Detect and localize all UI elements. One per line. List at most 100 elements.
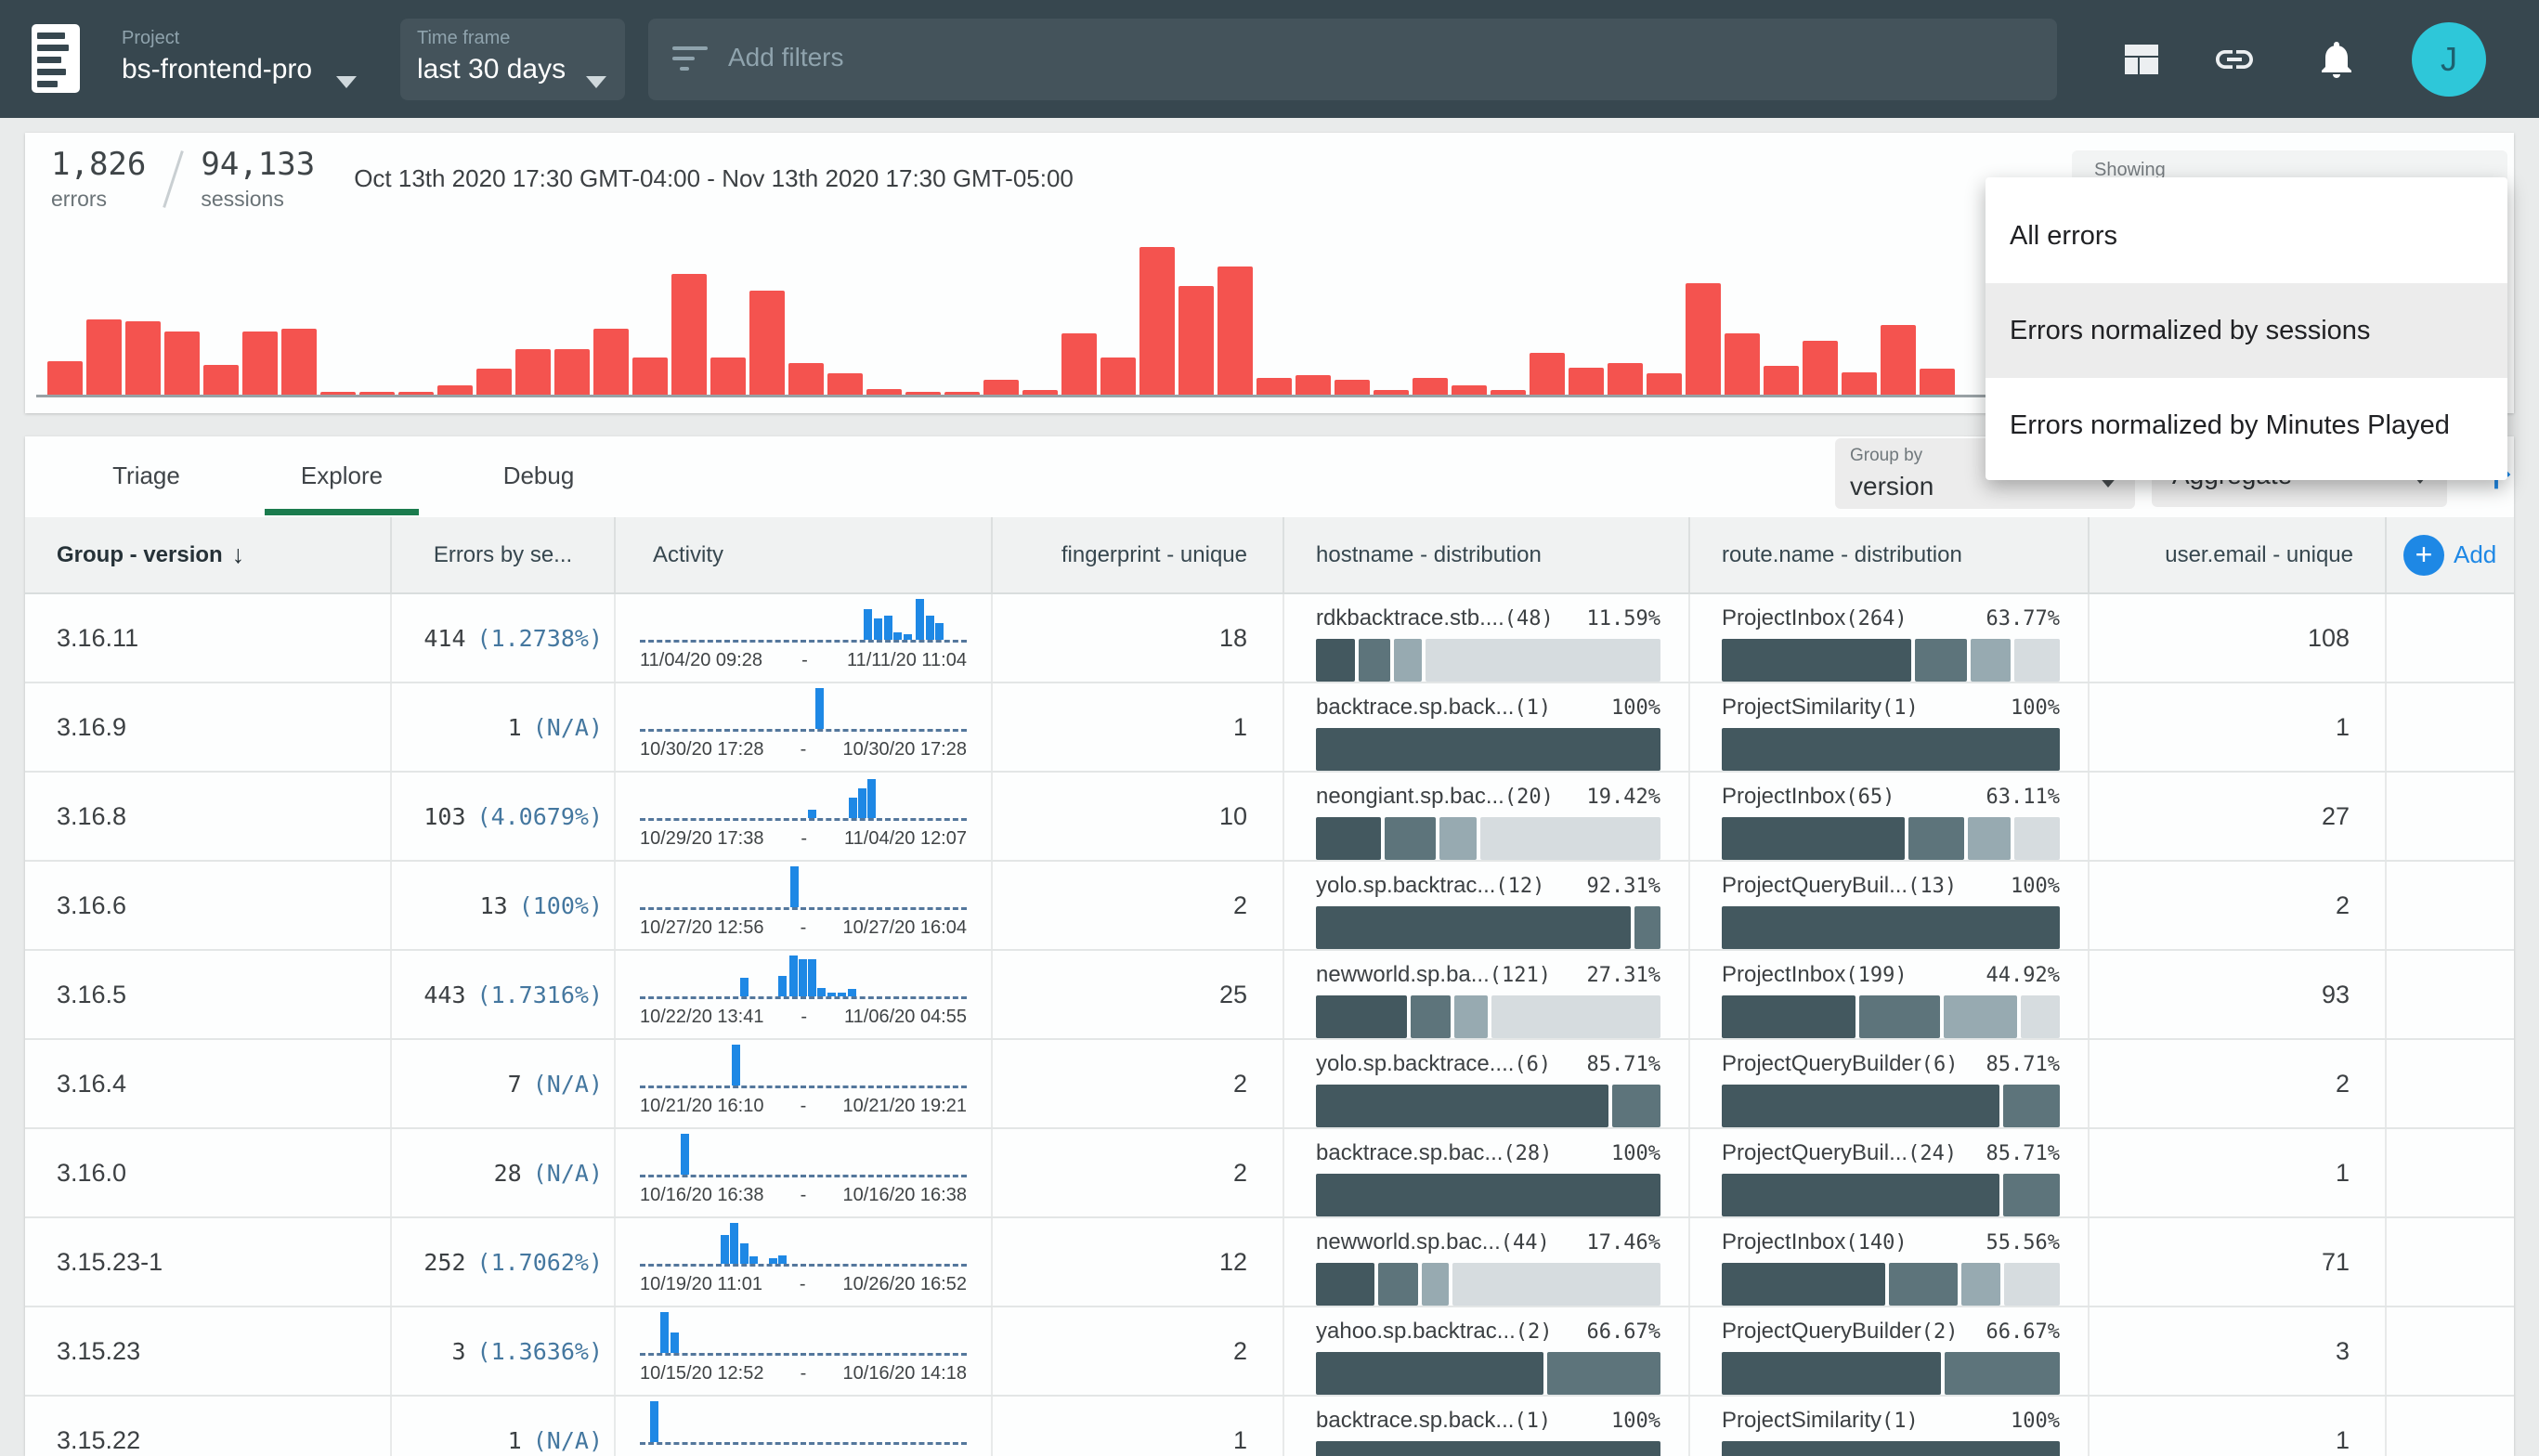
activity-date-range: 10/30/20 17:28-10/30/20 17:28 bbox=[640, 739, 967, 760]
chevron-down-icon bbox=[586, 76, 606, 88]
table-row[interactable]: 3.16.91(N/A)10/30/20 17:28-10/30/20 17:2… bbox=[25, 683, 2514, 773]
table-row[interactable]: 3.16.11414(1.2738%)11/04/20 09:28-11/11/… bbox=[25, 594, 2514, 683]
distribution-top-percent: 27.31% bbox=[1587, 964, 1660, 987]
histogram-bar bbox=[788, 363, 824, 395]
distribution-top-percent: 100% bbox=[2011, 696, 2060, 720]
distribution-bar-segment bbox=[1722, 817, 1905, 860]
distribution-bar-remainder bbox=[2021, 995, 2060, 1038]
active-tab-underline bbox=[265, 509, 419, 515]
distribution-label-line: backtrace.sp.back...(1)100% bbox=[1316, 1408, 1660, 1434]
distribution-label-line: ProjectInbox(199)44.92% bbox=[1722, 962, 2060, 988]
distribution-top-value: ProjectInbox bbox=[1722, 784, 1845, 810]
distribution-top-count: (1) bbox=[1881, 696, 1919, 720]
sparkline-bar bbox=[808, 810, 816, 818]
column-header-errors[interactable]: Errors by se... bbox=[392, 517, 616, 592]
distribution-top-percent: 100% bbox=[1611, 696, 1660, 720]
column-header-route[interactable]: route.name - distribution bbox=[1690, 517, 2090, 592]
user-avatar[interactable]: J bbox=[2412, 22, 2486, 97]
errors-percent-value: (1.7062%) bbox=[477, 1249, 603, 1276]
activity-date-separator: - bbox=[801, 1185, 807, 1206]
cell-hostname-distribution: yolo.sp.backtrace....(6)85.71% bbox=[1284, 1040, 1690, 1127]
distribution-top-percent: 92.31% bbox=[1587, 875, 1660, 898]
distribution-bar-segment bbox=[1859, 995, 1939, 1038]
errors-count-value: 252 bbox=[423, 1249, 465, 1276]
add-filters-input[interactable]: Add filters bbox=[648, 19, 2057, 100]
activity-date-range: 10/19/20 11:01-10/26/20 16:52 bbox=[640, 1274, 967, 1295]
dashboard-layout-icon[interactable] bbox=[2119, 37, 2164, 82]
errors-percent-value: (N/A) bbox=[533, 1071, 603, 1098]
table-row[interactable]: 3.15.23-1 252 (1.7062%) 10/19/20 11:01-10/2… bbox=[25, 1218, 2514, 1307]
activity-date-range: 11/04/20 09:28-11/11/20 11:04 bbox=[640, 650, 967, 671]
showing-menu-item[interactable]: Errors normalized by Minutes Played bbox=[1986, 378, 2507, 473]
distribution-label-line: neongiant.sp.bac...(20)19.42% bbox=[1316, 784, 1660, 810]
activity-end-date: 11/06/20 04:55 bbox=[844, 1007, 967, 1028]
column-header-fingerprint[interactable]: fingerprint - unique bbox=[993, 517, 1284, 592]
notifications-bell-icon[interactable] bbox=[2314, 37, 2359, 82]
sparkline-bar bbox=[916, 599, 924, 640]
column-header-activity[interactable]: Activity bbox=[616, 517, 993, 592]
histogram-bar bbox=[1217, 266, 1253, 395]
histogram-bar bbox=[1100, 358, 1136, 396]
activity-end-date: 10/16/20 14:18 bbox=[843, 1363, 967, 1384]
sparkline-bar bbox=[817, 988, 826, 996]
activity-end-date: 10/27/20 16:04 bbox=[843, 917, 967, 939]
tab-triage[interactable]: Triage bbox=[70, 436, 223, 515]
table-row[interactable]: 3.16.47(N/A)10/21/20 16:10-10/21/20 19:2… bbox=[25, 1040, 2514, 1129]
group-version-value: 3.16.0 bbox=[57, 1159, 126, 1188]
add-column-button[interactable]: +Add bbox=[2387, 517, 2514, 592]
activity-date-range: 10/27/20 12:56-10/27/20 16:04 bbox=[640, 917, 967, 939]
table-row[interactable]: 3.16.8103(4.0679%)10/29/20 17:38-11/04/2… bbox=[25, 773, 2514, 862]
sparkline-bar bbox=[778, 1255, 787, 1264]
distribution-top-percent: 17.46% bbox=[1587, 1231, 1660, 1254]
group-version-value: 3.15.23 bbox=[57, 1337, 140, 1366]
user-email-unique-value: 93 bbox=[2322, 981, 2350, 1009]
distribution-bar bbox=[1722, 639, 2060, 682]
histogram-bar bbox=[242, 332, 278, 395]
group-version-value: 3.16.8 bbox=[57, 802, 126, 831]
distribution-bar-segment bbox=[1612, 1085, 1660, 1127]
cell-add-column-spacer bbox=[2387, 1129, 2514, 1216]
table-row[interactable]: 3.16.028(N/A)10/16/20 16:38-10/16/20 16:… bbox=[25, 1129, 2514, 1218]
backtrace-logo-icon[interactable] bbox=[32, 24, 80, 93]
showing-menu-item[interactable]: Errors normalized by sessions bbox=[1986, 283, 2507, 378]
column-header-label: Errors by se... bbox=[434, 542, 572, 568]
showing-menu-item[interactable]: All errors bbox=[1986, 188, 2507, 283]
histogram-bar bbox=[1842, 372, 1877, 395]
column-header-hostname[interactable]: hostname - distribution bbox=[1284, 517, 1690, 592]
distribution-bar-segment bbox=[1945, 1352, 2060, 1395]
activity-start-date: 10/27/20 12:56 bbox=[640, 917, 763, 939]
histogram-bar bbox=[164, 332, 200, 395]
cell-activity: 10/30/20 17:28-10/30/20 17:28 bbox=[616, 683, 993, 771]
cell-user-email-unique: 1 bbox=[2090, 1129, 2387, 1216]
tab-explore[interactable]: Explore bbox=[265, 436, 419, 515]
activity-end-date: 10/26/20 16:52 bbox=[843, 1274, 967, 1295]
distribution-cell: ProjectSimilarity(1)100% bbox=[1722, 1408, 2060, 1456]
histogram-bar bbox=[1061, 333, 1097, 395]
cell-fingerprint-unique: 10 bbox=[993, 773, 1284, 860]
histogram-bar bbox=[1413, 378, 1448, 395]
cell-fingerprint-unique: 25 bbox=[993, 951, 1284, 1038]
table-row[interactable]: 3.15.221(N/A)1backtrace.sp.back...(1)100… bbox=[25, 1397, 2514, 1456]
table-row[interactable]: 3.15.233(1.3636%)10/15/20 12:52-10/16/20… bbox=[25, 1307, 2514, 1397]
histogram-bar bbox=[710, 358, 746, 396]
distribution-bar bbox=[1722, 1174, 2060, 1216]
link-icon[interactable] bbox=[2212, 37, 2257, 82]
cell-errors-by-session: 252 (1.7062%) bbox=[392, 1218, 616, 1306]
column-header-user_email[interactable]: user.email - unique bbox=[2090, 517, 2387, 592]
distribution-bar-segment bbox=[1359, 639, 1390, 682]
distribution-bar-segment bbox=[1394, 639, 1423, 682]
timeframe-selector[interactable]: Time frame last 30 days bbox=[400, 19, 625, 100]
activity-date-separator: - bbox=[801, 1007, 807, 1028]
tab-debug[interactable]: Debug bbox=[460, 436, 618, 515]
errors-percent-value: (4.0679%) bbox=[477, 803, 603, 830]
histogram-bar bbox=[1178, 286, 1214, 395]
activity-date-separator: - bbox=[801, 739, 807, 760]
group-version-value: 3.15.23-1 bbox=[57, 1248, 163, 1277]
distribution-bar-segment bbox=[1722, 1352, 1941, 1395]
distribution-top-value: yolo.sp.backtrace.... bbox=[1316, 1051, 1514, 1077]
table-row[interactable]: 3.16.5443(1.7316%)10/22/20 13:41-11/06/2… bbox=[25, 951, 2514, 1040]
distribution-label-line: newworld.sp.ba...(121)27.31% bbox=[1316, 962, 1660, 988]
user-email-unique-value: 27 bbox=[2322, 802, 2350, 831]
table-row[interactable]: 3.16.613(100%)10/27/20 12:56-10/27/20 16… bbox=[25, 862, 2514, 951]
column-header-group[interactable]: Group - version↓ bbox=[25, 517, 392, 592]
